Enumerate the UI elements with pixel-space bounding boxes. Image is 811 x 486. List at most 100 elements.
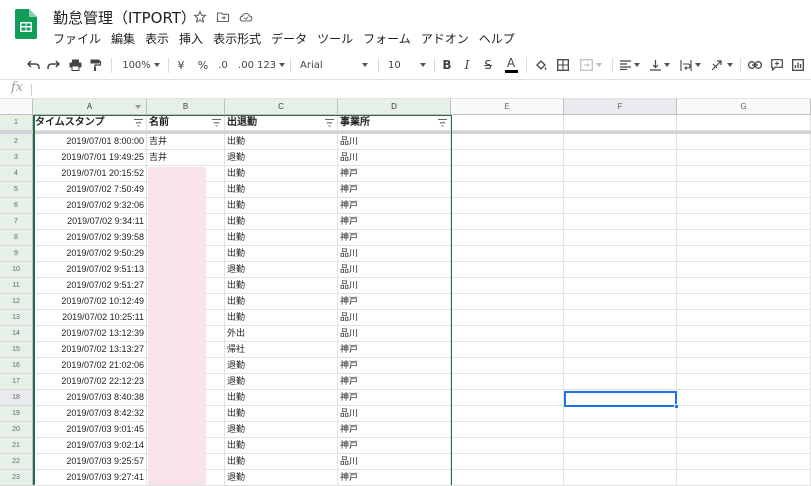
empty-cell[interactable] <box>451 310 564 326</box>
cell-timestamp[interactable]: 2019/07/03 9:25:57 <box>33 454 147 470</box>
row-header[interactable]: 20 <box>0 422 33 438</box>
column-header-c[interactable]: C <box>225 99 338 115</box>
cell-timestamp[interactable]: 2019/07/02 9:39:58 <box>33 230 147 246</box>
cell-attendance[interactable]: 出勤 <box>225 214 338 230</box>
row-header[interactable]: 14 <box>0 326 33 342</box>
cell-attendance[interactable]: 退勤 <box>225 358 338 374</box>
empty-cell[interactable] <box>677 454 811 470</box>
percent-format-button[interactable]: % <box>196 50 210 80</box>
empty-cell[interactable] <box>677 470 811 486</box>
document-title[interactable]: 勤怠管理（ITPORT） <box>53 7 196 28</box>
cell-office[interactable]: 神戸 <box>338 390 451 406</box>
empty-cell[interactable] <box>451 166 564 182</box>
header-cell-office[interactable]: 事業所 <box>338 115 451 131</box>
menu-edit[interactable]: 編集 <box>111 30 135 47</box>
row-header[interactable]: 4 <box>0 166 33 182</box>
empty-cell[interactable] <box>677 214 811 230</box>
cell-attendance[interactable]: 出勤 <box>225 438 338 454</box>
empty-cell[interactable] <box>451 115 564 131</box>
empty-cell[interactable] <box>451 374 564 390</box>
empty-cell[interactable] <box>451 390 564 406</box>
cell-timestamp[interactable]: 2019/07/01 19:49:25 <box>33 150 147 166</box>
insert-link-icon[interactable] <box>746 50 764 80</box>
empty-cell[interactable] <box>564 198 677 214</box>
cell-office[interactable]: 品川 <box>338 134 451 150</box>
empty-cell[interactable] <box>564 326 677 342</box>
cell-timestamp[interactable]: 2019/07/02 21:02:06 <box>33 358 147 374</box>
more-formats-select[interactable]: 123 <box>257 50 286 80</box>
empty-cell[interactable] <box>451 342 564 358</box>
empty-cell[interactable] <box>564 422 677 438</box>
cell-office[interactable]: 品川 <box>338 326 451 342</box>
cell-office[interactable]: 品川 <box>338 150 451 166</box>
print-icon[interactable] <box>66 50 84 80</box>
cell-attendance[interactable]: 出勤 <box>225 390 338 406</box>
cell-attendance[interactable]: 出勤 <box>225 278 338 294</box>
sheets-logo-icon[interactable] <box>15 9 37 39</box>
empty-cell[interactable] <box>677 374 811 390</box>
font-size-select[interactable]: 10 <box>384 50 430 80</box>
row-header[interactable]: 5 <box>0 182 33 198</box>
empty-cell[interactable] <box>677 438 811 454</box>
filter-icon[interactable] <box>212 119 221 127</box>
empty-cell[interactable] <box>677 390 811 406</box>
text-color-button[interactable]: A <box>503 50 519 80</box>
cell-office[interactable]: 神戸 <box>338 358 451 374</box>
cell-attendance[interactable]: 出勤 <box>225 406 338 422</box>
row-header[interactable]: 1 <box>0 115 33 131</box>
zoom-select[interactable]: 100% <box>118 50 164 80</box>
cell-timestamp[interactable]: 2019/07/02 9:34:11 <box>33 214 147 230</box>
menu-file[interactable]: ファイル <box>53 30 101 47</box>
empty-cell[interactable] <box>451 230 564 246</box>
cell-office[interactable]: 神戸 <box>338 438 451 454</box>
row-header[interactable]: 23 <box>0 470 33 486</box>
row-header[interactable]: 17 <box>0 374 33 390</box>
empty-cell[interactable] <box>451 358 564 374</box>
empty-cell[interactable] <box>451 262 564 278</box>
empty-cell[interactable] <box>677 246 811 262</box>
italic-button[interactable]: I <box>460 50 474 80</box>
empty-cell[interactable] <box>564 374 677 390</box>
text-rotation-icon[interactable] <box>708 50 736 80</box>
row-header[interactable]: 22 <box>0 454 33 470</box>
empty-cell[interactable] <box>564 246 677 262</box>
empty-cell[interactable] <box>564 214 677 230</box>
cell-attendance[interactable]: 帰社 <box>225 342 338 358</box>
vertical-align-icon[interactable] <box>648 50 672 80</box>
empty-cell[interactable] <box>564 278 677 294</box>
cell-timestamp[interactable]: 2019/07/02 9:50:29 <box>33 246 147 262</box>
cell-office[interactable]: 品川 <box>338 278 451 294</box>
cell-office[interactable]: 品川 <box>338 310 451 326</box>
chevron-down-icon[interactable] <box>135 105 141 109</box>
empty-cell[interactable] <box>564 310 677 326</box>
cell-office[interactable]: 神戸 <box>338 374 451 390</box>
merge-cells-icon[interactable] <box>578 50 604 80</box>
header-cell-name[interactable]: 名前 <box>147 115 225 131</box>
cell-timestamp[interactable]: 2019/07/02 13:12:39 <box>33 326 147 342</box>
column-header-f[interactable]: F <box>564 99 677 115</box>
cell-timestamp[interactable]: 2019/07/02 9:32:06 <box>33 198 147 214</box>
empty-cell[interactable] <box>451 214 564 230</box>
cell-attendance[interactable]: 出勤 <box>225 134 338 150</box>
empty-cell[interactable] <box>564 294 677 310</box>
row-header[interactable]: 16 <box>0 358 33 374</box>
empty-cell[interactable] <box>451 182 564 198</box>
select-all-corner[interactable] <box>0 99 33 115</box>
row-header[interactable]: 8 <box>0 230 33 246</box>
cell-timestamp[interactable]: 2019/07/01 20:15:52 <box>33 166 147 182</box>
empty-cell[interactable] <box>677 134 811 150</box>
menu-form[interactable]: フォーム <box>363 30 411 47</box>
cell-attendance[interactable]: 退勤 <box>225 374 338 390</box>
empty-cell[interactable] <box>677 166 811 182</box>
empty-cell[interactable] <box>677 230 811 246</box>
cell-timestamp[interactable]: 2019/07/03 8:42:32 <box>33 406 147 422</box>
empty-cell[interactable] <box>564 230 677 246</box>
cell-attendance[interactable]: 退勤 <box>225 262 338 278</box>
empty-cell[interactable] <box>564 406 677 422</box>
cell-office[interactable]: 神戸 <box>338 182 451 198</box>
cell-timestamp[interactable]: 2019/07/03 9:27:41 <box>33 470 147 486</box>
empty-cell[interactable] <box>451 406 564 422</box>
empty-cell[interactable] <box>451 134 564 150</box>
borders-icon[interactable] <box>554 50 572 80</box>
empty-cell[interactable] <box>564 182 677 198</box>
